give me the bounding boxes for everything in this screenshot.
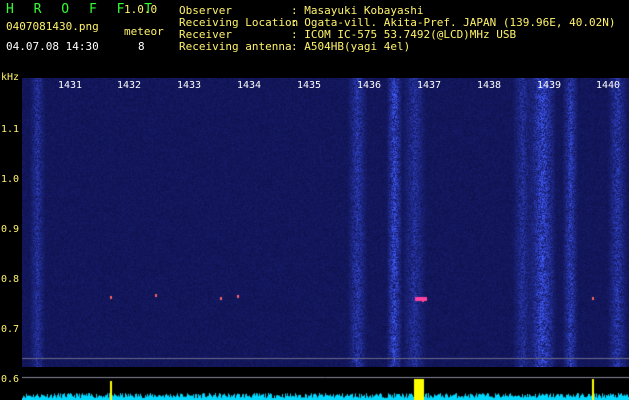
app-version: 1.0.0 [124, 3, 158, 16]
spectrogram [22, 78, 629, 367]
y-tick: 1.1 [1, 124, 20, 135]
x-tick: 1440 [596, 80, 621, 91]
x-tick: 1435 [297, 80, 322, 91]
x-tick: 1438 [477, 80, 502, 91]
x-tick: 1437 [417, 80, 442, 91]
file-name: 0407081430.png [6, 20, 99, 33]
antenna-label: Receiving antenna [179, 40, 292, 53]
x-tick: 1431 [58, 80, 83, 91]
meteor-label: meteor [124, 25, 164, 38]
y-tick: 0.9 [1, 224, 20, 235]
y-tick: 0.8 [1, 274, 20, 285]
x-tick: 1433 [177, 80, 202, 91]
x-tick: 1432 [117, 80, 142, 91]
receiver-value: : ICOM IC-575 53.7492(@LCD)MHz USB [291, 28, 517, 41]
x-tick: 1436 [357, 80, 382, 91]
y-tick: 0.7 [1, 324, 20, 335]
location-value: : Ogata-vill. Akita-Pref. JAPAN (139.96E… [291, 16, 616, 29]
observer-value: : Masayuki Kobayashi [291, 4, 424, 17]
y-axis-unit: kHz [1, 72, 20, 83]
x-tick: 1434 [237, 80, 262, 91]
receiver-label: Receiver [179, 28, 232, 41]
location-label: Receiving Location [179, 16, 299, 29]
y-tick: 0.6 [1, 374, 20, 385]
timestamp: 04.07.08 14:30 [6, 40, 99, 53]
spectrum-trace [22, 367, 629, 400]
antenna-value: : A504HB(yagi 4el) [291, 40, 411, 53]
x-tick: 1439 [537, 80, 562, 91]
header-panel: H R O F F T 1.0.0 0407081430.png meteor … [0, 0, 629, 78]
observer-label: Observer [179, 4, 232, 17]
y-tick: 1.0 [1, 174, 20, 185]
meteor-count: 8 [138, 40, 145, 53]
